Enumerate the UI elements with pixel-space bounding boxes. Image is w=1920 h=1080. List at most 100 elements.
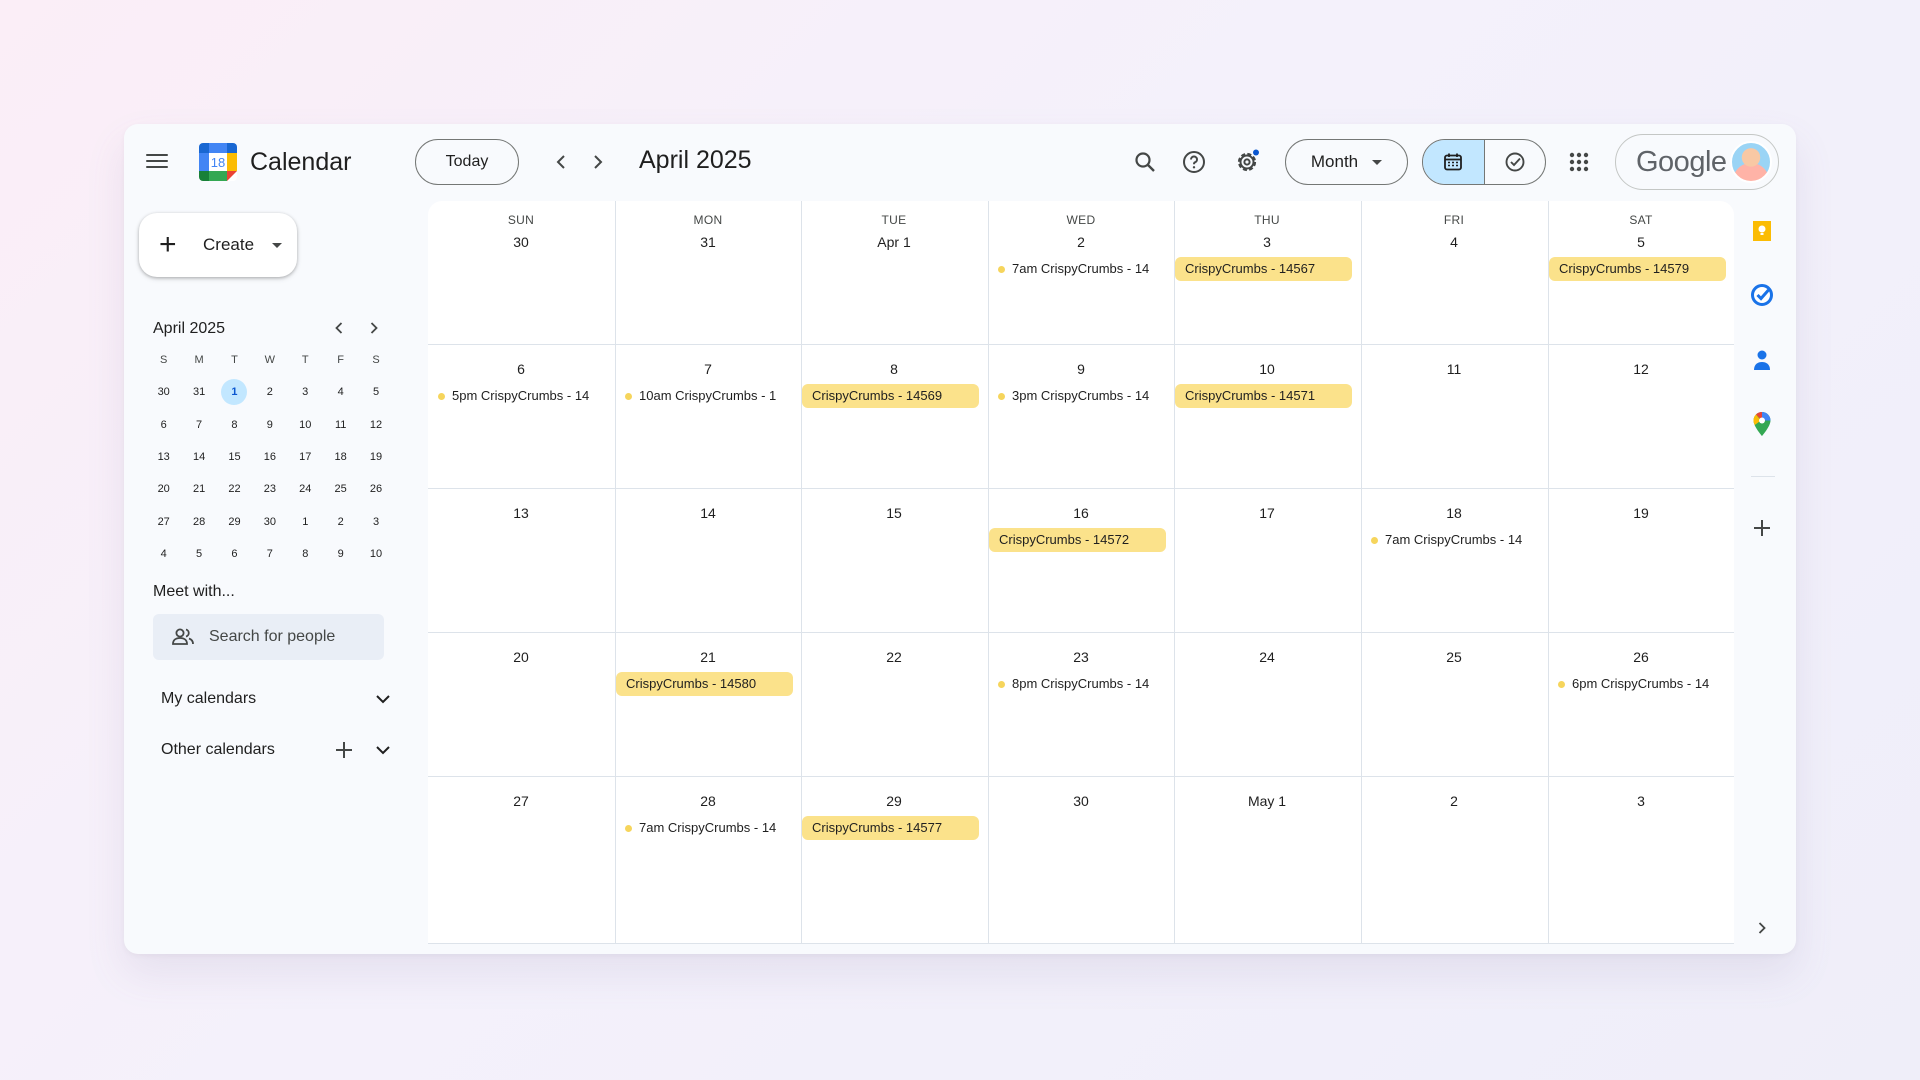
mini-day[interactable]: 8	[217, 412, 252, 438]
mini-prev-month-icon[interactable]	[327, 316, 351, 340]
day-number[interactable]: 8	[801, 361, 987, 377]
day-number[interactable]: 20	[428, 649, 614, 665]
mini-day[interactable]: 30	[146, 379, 181, 405]
day-number[interactable]: 10	[1174, 361, 1360, 377]
day-number[interactable]: 3	[1174, 234, 1360, 250]
chevron-left-icon[interactable]	[548, 149, 574, 175]
tasks-icon[interactable]	[1747, 280, 1777, 310]
chevron-right-icon[interactable]	[1747, 913, 1777, 943]
mini-day[interactable]: 8	[288, 541, 323, 567]
search-icon[interactable]	[1127, 144, 1163, 180]
event-chip[interactable]: CrispyCrumbs - 14572	[989, 528, 1166, 552]
event-chip[interactable]: CrispyCrumbs - 14580	[616, 672, 793, 696]
mini-day[interactable]: 13	[146, 444, 181, 470]
calendar-view-icon[interactable]	[1423, 140, 1485, 184]
event-chip[interactable]: CrispyCrumbs - 14579	[1549, 257, 1726, 281]
view-select-dropdown[interactable]: Month	[1285, 139, 1408, 185]
timed-event[interactable]: 10am CrispyCrumbs - 1	[623, 384, 794, 408]
day-number[interactable]: 18	[1361, 505, 1547, 521]
day-number[interactable]: 25	[1361, 649, 1547, 665]
keep-icon[interactable]	[1747, 216, 1777, 246]
calendar-logo-icon[interactable]: 18	[199, 143, 237, 181]
mini-day[interactable]: 29	[217, 509, 252, 535]
day-number[interactable]: 14	[615, 505, 801, 521]
mini-day[interactable]: 18	[323, 444, 358, 470]
day-number[interactable]: 16	[988, 505, 1174, 521]
mini-day[interactable]: 1	[288, 509, 323, 535]
day-number[interactable]: 6	[428, 361, 614, 377]
day-number[interactable]: 21	[615, 649, 801, 665]
day-number[interactable]: 28	[615, 793, 801, 809]
mini-day[interactable]: 31	[181, 379, 216, 405]
timed-event[interactable]: 7am CrispyCrumbs - 14	[996, 257, 1167, 281]
day-number[interactable]: 2	[988, 234, 1174, 250]
mini-day[interactable]: 14	[181, 444, 216, 470]
chevron-right-icon[interactable]	[585, 149, 611, 175]
mini-day[interactable]: 19	[358, 444, 393, 470]
day-number[interactable]: 3	[1548, 793, 1734, 809]
timed-event[interactable]: 8pm CrispyCrumbs - 14	[996, 672, 1167, 696]
my-calendars-toggle[interactable]: My calendars	[161, 685, 391, 713]
mini-day[interactable]: 11	[323, 412, 358, 438]
mini-day[interactable]: 22	[217, 476, 252, 502]
day-number[interactable]: Apr 1	[801, 234, 987, 250]
mini-day[interactable]: 20	[146, 476, 181, 502]
mini-day[interactable]: 7	[252, 541, 287, 567]
day-number[interactable]: 31	[615, 234, 801, 250]
mini-day[interactable]: 3	[288, 379, 323, 405]
timed-event[interactable]: 7am CrispyCrumbs - 14	[1369, 528, 1540, 552]
day-number[interactable]: 29	[801, 793, 987, 809]
tasks-view-icon[interactable]	[1485, 140, 1546, 184]
mini-day[interactable]: 5	[358, 379, 393, 405]
search-people-input[interactable]: Search for people	[153, 614, 384, 660]
help-icon[interactable]	[1176, 144, 1212, 180]
day-number[interactable]: 9	[988, 361, 1174, 377]
timed-event[interactable]: 6pm CrispyCrumbs - 14	[1556, 672, 1727, 696]
event-chip[interactable]: CrispyCrumbs - 14571	[1175, 384, 1352, 408]
maps-icon[interactable]	[1747, 409, 1777, 439]
add-calendar-icon[interactable]	[335, 741, 353, 759]
avatar[interactable]	[1730, 141, 1772, 183]
mini-day[interactable]: 9	[323, 541, 358, 567]
mini-day[interactable]: 5	[181, 541, 216, 567]
day-number[interactable]: May 1	[1174, 793, 1360, 809]
mini-day[interactable]: 4	[323, 379, 358, 405]
day-number[interactable]: 23	[988, 649, 1174, 665]
day-number[interactable]: 30	[988, 793, 1174, 809]
day-number[interactable]: 19	[1548, 505, 1734, 521]
day-number[interactable]: 27	[428, 793, 614, 809]
day-number[interactable]: 26	[1548, 649, 1734, 665]
create-button[interactable]: + Create	[139, 213, 297, 277]
mini-day[interactable]: 3	[358, 509, 393, 535]
mini-day[interactable]: 21	[181, 476, 216, 502]
day-number[interactable]: 13	[428, 505, 614, 521]
timed-event[interactable]: 5pm CrispyCrumbs - 14	[436, 384, 607, 408]
mini-day[interactable]: 6	[146, 412, 181, 438]
mini-day[interactable]: 28	[181, 509, 216, 535]
day-number[interactable]: 7	[615, 361, 801, 377]
day-number[interactable]: 24	[1174, 649, 1360, 665]
other-calendars-toggle[interactable]: Other calendars	[161, 736, 391, 764]
mini-day[interactable]: 10	[358, 541, 393, 567]
settings-gear-icon[interactable]	[1229, 144, 1265, 180]
day-number[interactable]: 11	[1361, 361, 1547, 377]
mini-day[interactable]: 6	[217, 541, 252, 567]
apps-grid-icon[interactable]	[1561, 144, 1597, 180]
mini-next-month-icon[interactable]	[362, 316, 386, 340]
mini-day[interactable]: 7	[181, 412, 216, 438]
chevron-down-icon[interactable]	[375, 745, 391, 755]
day-number[interactable]: 22	[801, 649, 987, 665]
today-button[interactable]: Today	[415, 139, 519, 185]
mini-day[interactable]: 10	[288, 412, 323, 438]
account-button[interactable]: Google	[1615, 134, 1779, 190]
day-number[interactable]: 17	[1174, 505, 1360, 521]
event-chip[interactable]: CrispyCrumbs - 14577	[802, 816, 979, 840]
day-number[interactable]: 12	[1548, 361, 1734, 377]
mini-day[interactable]: 24	[288, 476, 323, 502]
mini-day[interactable]: 30	[252, 509, 287, 535]
contacts-icon[interactable]	[1747, 345, 1777, 375]
hamburger-icon[interactable]	[146, 150, 170, 172]
mini-day[interactable]: 15	[217, 444, 252, 470]
day-number[interactable]: 15	[801, 505, 987, 521]
mini-day[interactable]: 2	[252, 379, 287, 405]
